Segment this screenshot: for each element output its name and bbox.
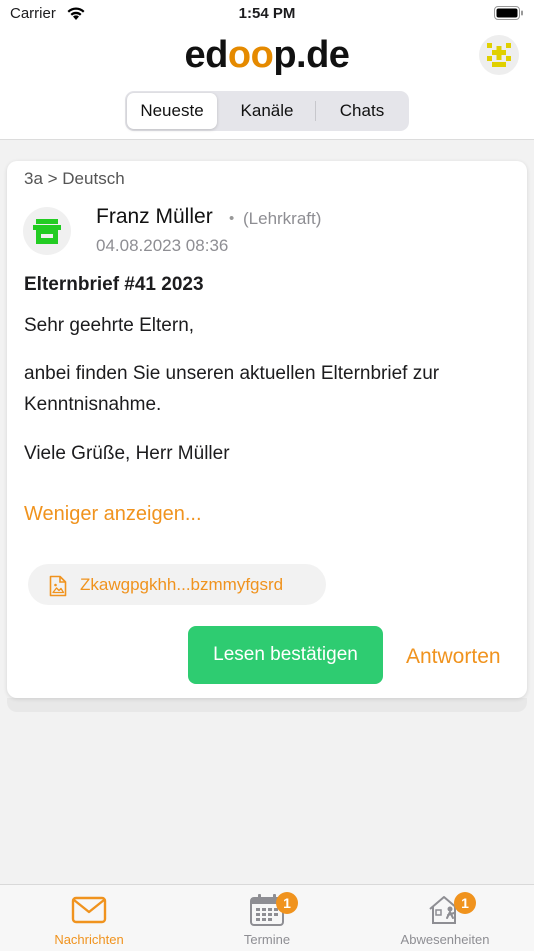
tab-label: Termine — [243, 932, 291, 947]
message-paragraph: Viele Grüße, Herr Müller — [24, 443, 230, 464]
separator-dot: • — [229, 210, 235, 227]
battery-icon — [494, 6, 524, 25]
mail-icon — [71, 893, 107, 927]
image-file-icon — [49, 575, 67, 602]
message-paragraph: anbei finden Sie unseren aktuellen Elter… — [24, 363, 440, 415]
message-title: Elternbrief #41 2023 — [24, 274, 204, 295]
segment-chats[interactable]: Chats — [317, 93, 407, 129]
bottom-tab-bar: Nachrichten 1 Termine 1 Abwesenheiten — [0, 884, 534, 951]
channel-breadcrumb[interactable]: 3a > Deutsch — [24, 169, 125, 189]
status-bar: Carrier 1:54 PM — [0, 0, 534, 30]
tab-abwesenheiten[interactable]: 1 Abwesenheiten — [356, 885, 534, 951]
message-timestamp: 04.08.2023 08:36 — [96, 236, 229, 255]
feed-segmented-control: Neueste Kanäle Chats — [125, 91, 409, 131]
pixel-avatar-icon — [33, 219, 61, 244]
confirm-read-button[interactable]: Lesen bestätigen — [188, 626, 383, 684]
tab-termine[interactable]: 1 Termine — [178, 885, 356, 951]
notification-badge: 1 — [454, 892, 476, 914]
sender-avatar — [23, 207, 71, 255]
tab-label: Abwesenheiten — [400, 932, 490, 947]
app-logo: edoop.de — [184, 34, 350, 76]
segment-kanaele[interactable]: Kanäle — [221, 93, 313, 129]
segment-divider — [315, 101, 316, 121]
clock-time: 1:54 PM — [238, 5, 296, 22]
profile-avatar-button[interactable] — [479, 35, 519, 75]
pixel-avatar-icon — [487, 43, 511, 67]
card-stack-shadow — [7, 698, 527, 712]
attachment-filename: Zkawgpgkhh...bzmmyfgsrd — [80, 575, 284, 594]
sender-role: (Lehrkraft) — [243, 209, 322, 228]
sender-name: Franz Müller — [96, 205, 213, 228]
tab-label: Nachrichten — [54, 932, 124, 947]
show-less-link[interactable]: Weniger anzeigen... — [24, 503, 202, 526]
attachment-chip[interactable]: Zkawgpgkhh...bzmmyfgsrd — [28, 564, 326, 605]
notification-badge: 1 — [276, 892, 298, 914]
segment-neueste[interactable]: Neueste — [127, 93, 217, 129]
tab-nachrichten[interactable]: Nachrichten — [0, 885, 178, 951]
app-header: edoop.de Neueste Kanäle Chats — [0, 30, 534, 140]
message-paragraph: Sehr geehrte Eltern, — [24, 315, 195, 336]
message-card: 3a > Deutsch Franz Müller • (Lehrkraft) … — [7, 161, 527, 698]
reply-button[interactable]: Antworten — [406, 645, 501, 669]
